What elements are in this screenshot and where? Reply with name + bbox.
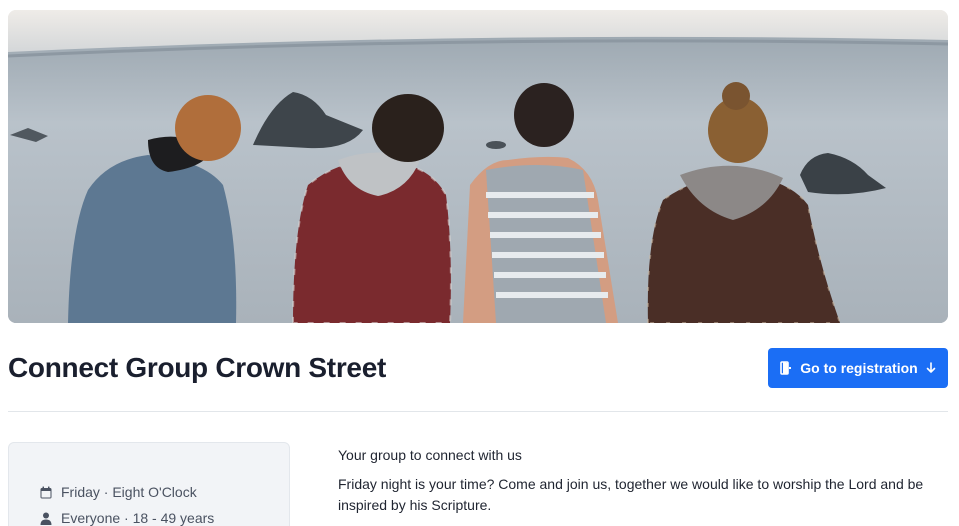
description-heading: Your group to connect with us xyxy=(338,447,522,463)
audience-text: Everyone · 18 - 49 years xyxy=(61,510,215,526)
arrow-down-icon xyxy=(926,362,936,374)
hero-image xyxy=(8,10,948,323)
go-to-registration-button[interactable]: Go to registration xyxy=(768,348,948,388)
group-info-card: Friday · Eight O'Clock Everyone · 18 - 4… xyxy=(8,442,290,526)
schedule-text: Friday · Eight O'Clock xyxy=(61,484,197,500)
door-icon xyxy=(780,361,792,375)
go-to-registration-label: Go to registration xyxy=(800,360,918,376)
schedule-row: Friday · Eight O'Clock xyxy=(40,484,197,500)
calendar-icon xyxy=(40,486,52,499)
hero-photo-illustration xyxy=(8,10,948,323)
description-body: Friday night is your time? Come and join… xyxy=(338,476,924,513)
person-icon xyxy=(40,512,52,525)
section-divider xyxy=(8,411,948,412)
audience-row: Everyone · 18 - 49 years xyxy=(40,510,214,526)
page-title: Connect Group Crown Street xyxy=(8,352,386,383)
group-description: Your group to connect with us Friday nig… xyxy=(338,445,938,516)
